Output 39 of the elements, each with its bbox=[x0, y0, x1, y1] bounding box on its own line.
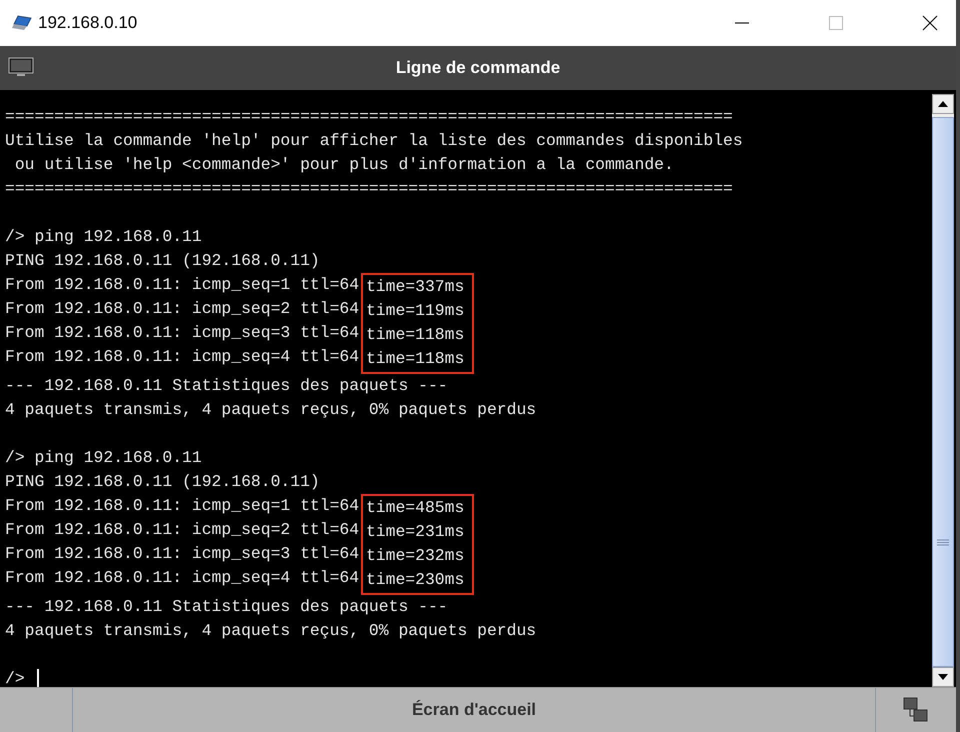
close-icon[interactable] bbox=[922, 15, 938, 31]
terminal-line: From 192.168.0.11: icmp_seq=3 ttl=64 bbox=[5, 543, 360, 565]
ping-time: time=232ms bbox=[366, 545, 464, 567]
grip-icon bbox=[937, 538, 949, 546]
terminal-line: ========================================================================== bbox=[5, 106, 733, 128]
terminal-line: --- 192.168.0.11 Statistiques des paquets --- bbox=[5, 375, 448, 397]
windows-icon[interactable] bbox=[902, 696, 930, 724]
scroll-down-icon[interactable] bbox=[932, 667, 954, 687]
text-cursor bbox=[36, 669, 39, 689]
ping-time: time=485ms bbox=[366, 497, 464, 519]
terminal-line: ou utilise 'help <commande>' pour plus d'information a la commande. bbox=[14, 154, 674, 176]
ping-time: time=119ms bbox=[366, 300, 464, 322]
terminal-line: Utilise la commande 'help' pour afficher la liste des commandes disponibles bbox=[5, 130, 743, 152]
terminal-line: From 192.168.0.11: icmp_seq=2 ttl=64 bbox=[5, 519, 360, 541]
terminal-line: From 192.168.0.11: icmp_seq=3 ttl=64 bbox=[5, 322, 360, 344]
ping-time: time=230ms bbox=[366, 569, 464, 591]
ping-time: time=337ms bbox=[366, 276, 464, 298]
terminal-line: From 192.168.0.11: icmp_seq=4 ttl=64 bbox=[5, 346, 360, 368]
terminal-line: 4 paquets transmis, 4 paquets reçus, 0% paquets perdus bbox=[5, 399, 536, 421]
window-title: 192.168.0.10 bbox=[38, 13, 138, 33]
panel-title: Ligne de commande bbox=[396, 58, 560, 78]
terminal-line: From 192.168.0.11: icmp_seq=1 ttl=64 bbox=[5, 495, 360, 517]
terminal-line: /> ping 192.168.0.11 bbox=[5, 226, 202, 248]
terminal-line: --- 192.168.0.11 Statistiques des paquets --- bbox=[5, 596, 448, 618]
terminal-line: PING 192.168.0.11 (192.168.0.11) bbox=[5, 250, 320, 272]
terminal-line: ========================================================================== bbox=[5, 178, 733, 200]
terminal-line: PING 192.168.0.11 (192.168.0.11) bbox=[5, 471, 320, 493]
terminal-line: From 192.168.0.11: icmp_seq=1 ttl=64 bbox=[5, 274, 360, 296]
ping-time: time=118ms bbox=[366, 324, 464, 346]
terminal-line: 4 paquets transmis, 4 paquets reçus, 0% paquets perdus bbox=[5, 620, 536, 642]
terminal-line: From 192.168.0.11: icmp_seq=2 ttl=64 bbox=[5, 298, 360, 320]
terminal-line: From 192.168.0.11: icmp_seq=4 ttl=64 bbox=[5, 567, 360, 589]
monitor-icon bbox=[8, 57, 34, 79]
scroll-up-icon[interactable] bbox=[932, 94, 954, 114]
prompt: /> bbox=[5, 668, 25, 690]
ping-time: time=118ms bbox=[366, 348, 464, 370]
laptop-icon bbox=[12, 15, 32, 31]
ping-time: time=231ms bbox=[366, 521, 464, 543]
terminal-line: /> ping 192.168.0.11 bbox=[5, 447, 202, 469]
